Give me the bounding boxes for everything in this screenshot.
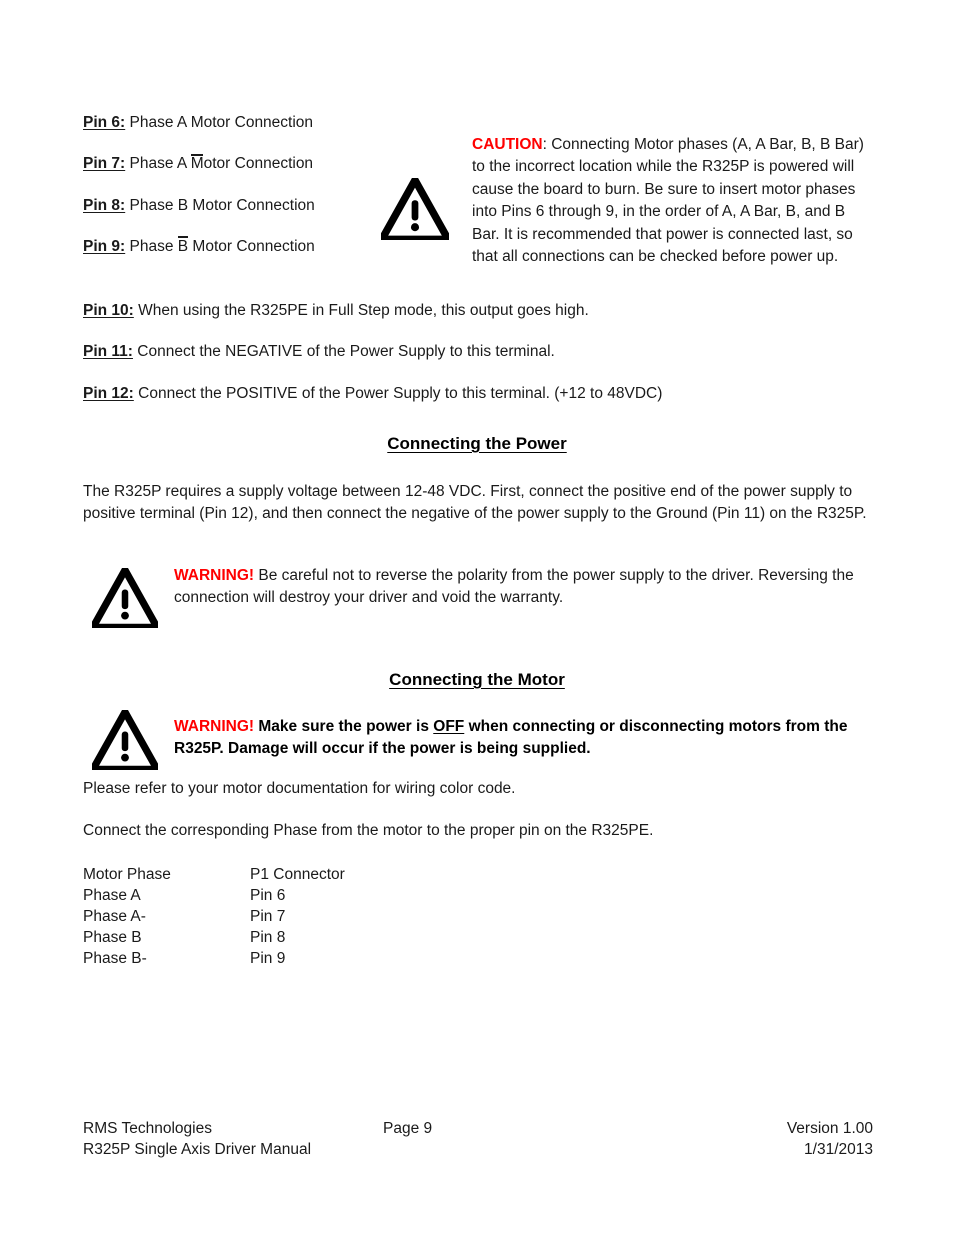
warning-keyword: WARNING! <box>174 567 255 584</box>
pin-description: Phase A Motor Connection <box>125 114 314 131</box>
document-page: Pin 6: Phase A Motor Connection Pin 7: P… <box>0 0 954 1235</box>
footer-manual-title: R325P Single Axis Driver Manual <box>83 1141 312 1158</box>
caution-block: CAUTION: Connecting Motor phases (A, A B… <box>472 134 870 269</box>
column-header-motor-phase: Motor Phase <box>83 866 171 883</box>
pin-entry-10: Pin 10: When using the R325PE in Full St… <box>83 300 783 321</box>
motor-paragraph-connect-phase: Connect the corresponding Phase from the… <box>83 822 654 839</box>
warning-triangle-icon <box>379 176 451 244</box>
pin-number-label: Pin 8: <box>83 196 126 214</box>
table-row: Phase B- Pin 9 <box>83 948 430 969</box>
warning-body: Be careful not to reverse the polarity f… <box>174 567 854 606</box>
caution-body: : Connecting Motor phases (A, A Bar, B, … <box>472 136 864 266</box>
pin-description: Phase B Motor Connection <box>125 196 315 214</box>
pin-description: Phase <box>125 238 178 256</box>
warning-block-power: WARNING! Be careful not to reverse the p… <box>174 565 874 609</box>
pin-description-tail: otor Connection <box>203 155 314 173</box>
cell-p1-connector: Pin 6 <box>250 887 286 904</box>
cell-p1-connector: Pin 9 <box>250 950 286 967</box>
table-header-row: Motor Phase P1 Connector <box>83 864 430 885</box>
section-heading-text: Connecting the Motor <box>389 670 565 689</box>
overline-char: M <box>191 153 204 174</box>
warning-triangle-icon <box>90 708 160 773</box>
table-row: Phase B Pin 8 <box>83 927 430 948</box>
pin-description: Phase A <box>125 155 191 173</box>
footer-spacer <box>383 1139 613 1160</box>
page-footer: RMS Technologies Page 9 Version 1.00 R32… <box>83 1118 873 1160</box>
pin-list-lower: Pin 10: When using the R325PE in Full St… <box>83 300 783 424</box>
pin-number-label: Pin 7: <box>83 155 126 173</box>
warning-emphasis-off: OFF <box>433 718 465 735</box>
caution-keyword: CAUTION <box>472 136 543 153</box>
motor-paragraph-color-code: Please refer to your motor documentation… <box>83 780 516 797</box>
cell-p1-connector: Pin 8 <box>250 929 286 946</box>
pin-number-label: Pin 11: <box>83 343 133 361</box>
pin-number-label: Pin 12: <box>83 384 134 402</box>
footer-version: Version 1.00 <box>786 1120 873 1137</box>
pin-entry-6: Pin 6: Phase A Motor Connection <box>83 112 443 133</box>
section-heading-text: Connecting the Power <box>387 434 567 453</box>
warning-keyword: WARNING! <box>174 718 255 735</box>
cell-p1-connector: Pin 7 <box>250 908 286 925</box>
warning-triangle-icon <box>90 566 160 631</box>
cell-motor-phase: Phase A- <box>83 908 146 925</box>
cell-motor-phase: Phase B- <box>83 950 147 967</box>
pin-description-tail: Motor Connection <box>188 238 315 256</box>
pin-description: Connect the NEGATIVE of the Power Supply… <box>132 343 555 361</box>
overline-char: B <box>178 236 188 257</box>
pin-entry-7: Pin 7: Phase A Motor Connection <box>83 153 443 174</box>
pin-number-label: Pin 10: <box>83 302 134 319</box>
cell-motor-phase: Phase B <box>83 929 142 946</box>
pin-description: Connect the POSITIVE of the Power Supply… <box>133 384 663 402</box>
cell-motor-phase: Phase A <box>83 887 141 904</box>
pin-entry-11: Pin 11: Connect the NEGATIVE of the Powe… <box>83 341 783 362</box>
footer-company: RMS Technologies <box>83 1120 212 1137</box>
pin-number-label: Pin 9: <box>83 238 126 256</box>
footer-row-bottom: R325P Single Axis Driver Manual 1/31/201… <box>83 1139 873 1160</box>
warning-body-before: Make sure the power is <box>254 718 434 735</box>
footer-row-top: RMS Technologies Page 9 Version 1.00 <box>83 1118 873 1139</box>
footer-date: 1/31/2013 <box>804 1141 873 1158</box>
pin-number-label: Pin 6: <box>83 114 126 131</box>
footer-page-number: Page 9 <box>383 1120 433 1137</box>
motor-phase-pin-table: Motor Phase P1 Connector Phase A Pin 6 P… <box>83 864 430 969</box>
warning-block-motor: WARNING! Make sure the power is OFF when… <box>174 716 864 760</box>
table-row: Phase A- Pin 7 <box>83 906 430 927</box>
section-heading-connecting-the-power: Connecting the Power <box>0 434 954 454</box>
power-section-paragraph: The R325P requires a supply voltage betw… <box>83 483 867 522</box>
pin-description: When using the R325PE in Full Step mode,… <box>133 302 589 319</box>
pin-entry-12: Pin 12: Connect the POSITIVE of the Powe… <box>83 383 783 404</box>
column-header-p1-connector: P1 Connector <box>250 866 345 883</box>
table-row: Phase A Pin 6 <box>83 885 430 906</box>
section-heading-connecting-the-motor: Connecting the Motor <box>0 670 954 690</box>
